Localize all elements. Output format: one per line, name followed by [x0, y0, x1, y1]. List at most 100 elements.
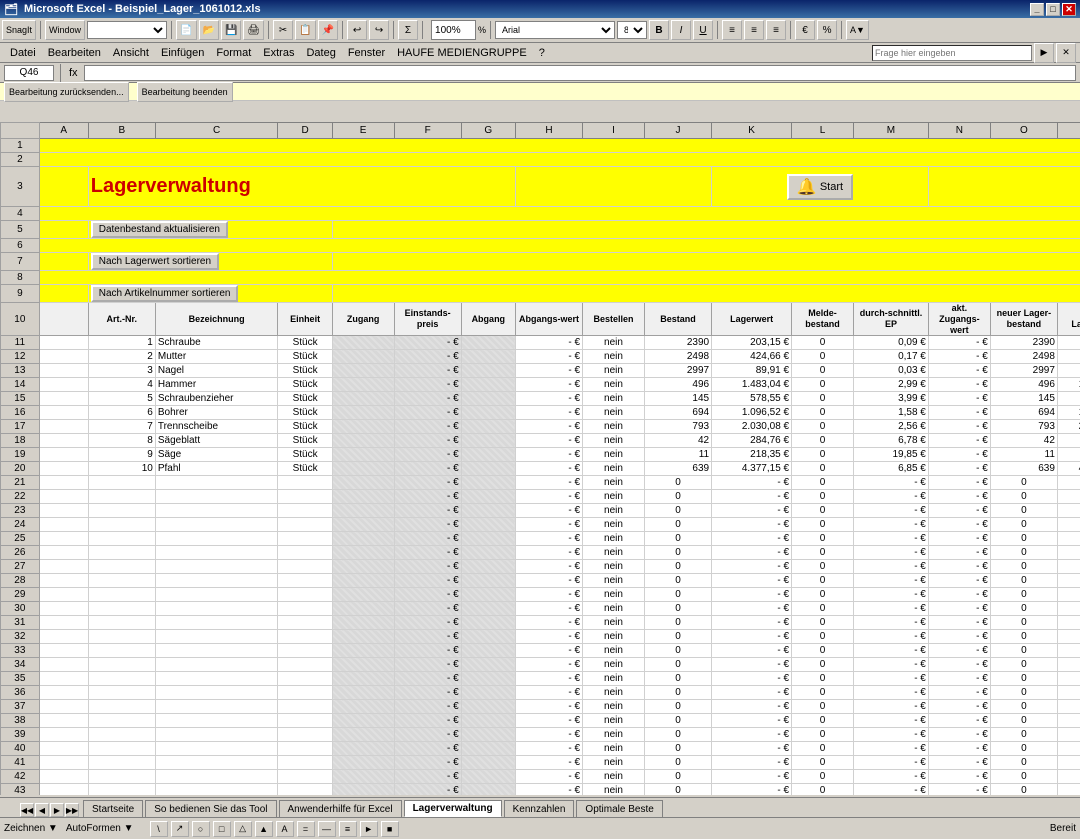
col-header-d[interactable]: D — [278, 123, 332, 139]
col-header-h[interactable]: H — [515, 123, 582, 139]
send-edit-btn[interactable]: Bearbeitung zurücksenden... — [4, 82, 129, 102]
table-row: 15 5 Schraubenzieher Stück - € - € nein … — [1, 392, 1080, 406]
underline-btn[interactable]: U — [693, 20, 713, 40]
tab-lagerverwaltung[interactable]: Lagerverwaltung — [404, 800, 502, 817]
tab-kennzahlen[interactable]: Kennzahlen — [504, 800, 575, 817]
col-header-a[interactable]: A — [39, 123, 88, 139]
menu-bearbeiten[interactable]: Bearbeiten — [42, 43, 107, 62]
align-btn[interactable]: ≡ — [339, 821, 357, 837]
help-search-btn[interactable]: ▶ — [1034, 43, 1054, 63]
redo-btn[interactable]: ↪ — [369, 20, 389, 40]
currency-btn[interactable]: € — [795, 20, 815, 40]
start-btn-cell: 🔔 Start — [712, 167, 929, 207]
cut-btn[interactable]: ✂ — [273, 20, 293, 40]
menu-haufe[interactable]: HAUFE MEDIENGRUPPE — [391, 43, 533, 62]
row5-rest — [332, 221, 1080, 239]
tab-prev-btn[interactable]: ◀ — [35, 803, 49, 817]
col-header-i[interactable]: I — [583, 123, 645, 139]
col-header-o[interactable]: O — [990, 123, 1057, 139]
align-center-btn[interactable]: ≡ — [744, 20, 764, 40]
menu-ansicht[interactable]: Ansicht — [107, 43, 155, 62]
tab-bedienen[interactable]: So bedienen Sie das Tool — [145, 800, 276, 817]
play-btn[interactable]: ► — [360, 821, 378, 837]
menu-fenster[interactable]: Fenster — [342, 43, 391, 62]
col-header-l[interactable]: L — [792, 123, 854, 139]
autosum-btn[interactable]: Σ — [398, 20, 418, 40]
paste-btn[interactable]: 📌 — [318, 20, 338, 40]
maximize-btn[interactable]: □ — [1046, 3, 1060, 16]
col-header-c[interactable]: C — [155, 123, 278, 139]
col-header-e[interactable]: E — [332, 123, 394, 139]
col-header-n[interactable]: N — [928, 123, 990, 139]
col-header-b[interactable]: B — [88, 123, 155, 139]
tab-last-btn[interactable]: ▶▶ — [65, 803, 79, 817]
print-btn[interactable]: 🖨 — [243, 20, 264, 40]
tab-first-btn[interactable]: ◀◀ — [20, 803, 34, 817]
help-search-input[interactable] — [872, 45, 1032, 61]
help-close-btn[interactable]: ✕ — [1056, 43, 1076, 63]
start-button[interactable]: 🔔 Start — [787, 174, 853, 200]
draw-rect-btn[interactable]: □ — [213, 821, 231, 837]
open-btn[interactable]: 📂 — [199, 20, 219, 40]
sort-value-button[interactable]: Nach Lagerwert sortieren — [91, 253, 219, 270]
tab-next-btn[interactable]: ▶ — [50, 803, 64, 817]
align-left-btn[interactable]: ≡ — [722, 20, 742, 40]
tab-optimale[interactable]: Optimale Beste — [576, 800, 662, 817]
table-row: 20 10 Pfahl Stück - € - € nein 639 4.377… — [1, 462, 1080, 476]
sort-article-btn-cell: Nach Artikelnummer sortieren — [88, 285, 332, 303]
menu-format[interactable]: Format — [210, 43, 257, 62]
row5-a — [39, 221, 88, 239]
draw-label[interactable]: Zeichnen ▼ — [4, 823, 58, 834]
menu-datei[interactable]: Datei — [4, 43, 42, 62]
dash-btn[interactable]: — — [318, 821, 336, 837]
menu-extras[interactable]: Extras — [257, 43, 300, 62]
align-right-btn[interactable]: ≡ — [766, 20, 786, 40]
draw-arrow-btn[interactable]: ↗ — [171, 821, 189, 837]
sort-article-button[interactable]: Nach Artikelnummer sortieren — [91, 285, 239, 302]
header-neuer-lw: neuer Lagerwert — [1057, 303, 1080, 336]
col-header-f[interactable]: F — [394, 123, 461, 139]
menu-bar: Datei Bearbeiten Ansicht Einfügen Format… — [0, 43, 1080, 63]
copy-btn[interactable]: 📋 — [295, 20, 315, 40]
separator-line-btn[interactable]: = — [297, 821, 315, 837]
menu-help[interactable]: ? — [533, 43, 551, 62]
font-name-select[interactable]: Arial — [495, 21, 615, 39]
draw-fill-btn[interactable]: ▲ — [255, 821, 273, 837]
menu-dateg[interactable]: Dateg — [300, 43, 341, 62]
minimize-btn[interactable]: _ — [1030, 3, 1044, 16]
end-edit-btn[interactable]: Bearbeitung beenden — [137, 82, 233, 102]
save-btn[interactable]: 💾 — [221, 20, 241, 40]
draw-circle-btn[interactable]: ○ — [192, 821, 210, 837]
update-button[interactable]: Datenbestand aktualisieren — [91, 221, 228, 238]
font-size-select[interactable]: 8 — [617, 21, 647, 39]
autoformen-label[interactable]: AutoFormen ▼ — [66, 823, 134, 834]
table-row: 21- €- €nein0- €0- €- €0- € — [1, 476, 1080, 490]
stop-btn[interactable]: ■ — [381, 821, 399, 837]
table-row: 39- €- €nein0- €0- €- €0- € — [1, 728, 1080, 742]
formula-input[interactable] — [84, 65, 1076, 81]
tab-startseite[interactable]: Startseite — [83, 800, 143, 817]
draw-triangle-btn[interactable]: △ — [234, 821, 252, 837]
window-dropdown[interactable] — [87, 21, 167, 39]
col-header-m[interactable]: M — [854, 123, 929, 139]
zoom-input[interactable] — [431, 20, 476, 40]
percent-btn[interactable]: % — [817, 20, 837, 40]
col-header-p[interactable]: P — [1057, 123, 1080, 139]
draw-line-btn[interactable]: \ — [150, 821, 168, 837]
menu-einfuegen[interactable]: Einfügen — [155, 43, 210, 62]
new-btn[interactable]: 📄 — [176, 20, 196, 40]
snagit-btn[interactable]: SnagIt — [2, 20, 36, 40]
col-header-g[interactable]: G — [461, 123, 515, 139]
tab-anwender[interactable]: Anwenderhilfe für Excel — [279, 800, 402, 817]
close-btn[interactable]: ✕ — [1062, 3, 1076, 16]
table-row: 22- €- €nein0- €0- €- €0- € — [1, 490, 1080, 504]
undo-btn[interactable]: ↩ — [347, 20, 367, 40]
table-row: 41- €- €nein0- €0- €- €0- € — [1, 756, 1080, 770]
color-btn[interactable]: A▼ — [846, 20, 869, 40]
text-btn[interactable]: A — [276, 821, 294, 837]
italic-btn[interactable]: I — [671, 20, 691, 40]
cell-reference[interactable] — [4, 65, 54, 81]
bold-btn[interactable]: B — [649, 20, 669, 40]
col-header-k[interactable]: K — [712, 123, 792, 139]
col-header-j[interactable]: J — [644, 123, 711, 139]
